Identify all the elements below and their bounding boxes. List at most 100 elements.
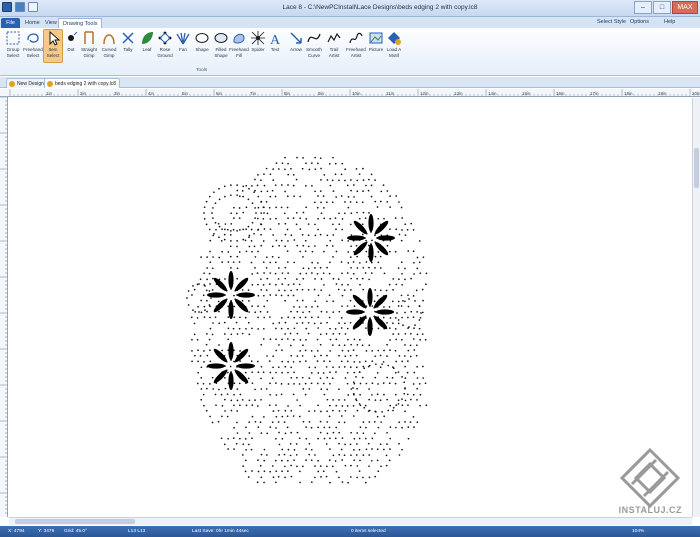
pricking-dot xyxy=(350,288,352,291)
undo-icon[interactable] xyxy=(28,2,38,12)
pricking-dot xyxy=(344,179,346,182)
pricking-dot xyxy=(260,223,263,226)
pricking-dot xyxy=(283,212,286,215)
minimize-button[interactable]: – xyxy=(634,1,652,14)
close-button[interactable]: MAX xyxy=(672,1,698,14)
pricking-dot xyxy=(335,283,338,285)
tab-drawing-tools[interactable]: Drawing Tools xyxy=(58,18,103,28)
tab-file[interactable]: File xyxy=(1,18,20,28)
group-select-tool-button[interactable]: Group Select xyxy=(3,30,23,58)
pricking-dot xyxy=(223,333,226,335)
pricking-dot xyxy=(398,442,400,445)
pricking-dot xyxy=(314,234,317,237)
pricking-dot xyxy=(389,404,392,407)
horizontal-scrollbar[interactable] xyxy=(9,517,692,525)
tally-tool-button[interactable]: Tally xyxy=(118,30,138,53)
pricking-dot xyxy=(245,327,247,330)
pricking-dot xyxy=(245,206,248,209)
pricking-dot xyxy=(361,233,364,236)
pricking-dot xyxy=(248,187,250,190)
options-button[interactable]: Options xyxy=(630,19,649,25)
pricking-dot xyxy=(245,250,248,253)
fan-tool-button[interactable]: Fan xyxy=(173,30,193,53)
shape-tool-button[interactable]: Shape xyxy=(192,30,212,53)
leaf-tool-button[interactable]: Leaf xyxy=(137,30,157,53)
pricking-dot xyxy=(307,245,310,248)
text-tool-button[interactable]: A Text xyxy=(265,30,285,53)
scroll-thumb[interactable] xyxy=(15,519,135,524)
pricking-dot xyxy=(230,399,233,402)
pricking-dot xyxy=(347,206,350,209)
pricking-dot xyxy=(305,218,308,220)
pricking-dot xyxy=(202,294,205,297)
pricking-dot xyxy=(419,316,422,319)
tally-petal xyxy=(234,369,249,384)
pricking-dot xyxy=(250,448,253,451)
pricking-dot xyxy=(383,306,385,308)
pricking-dot xyxy=(340,195,343,197)
pricking-dot xyxy=(311,184,313,187)
trail-artist-tool-button[interactable]: Trail Artist xyxy=(324,30,344,58)
maximize-button[interactable]: □ xyxy=(653,1,671,14)
pricking-dot xyxy=(365,184,367,187)
filled-shape-tool-button[interactable]: Filled Shape xyxy=(211,30,231,58)
dot-tool-button[interactable]: Dot xyxy=(61,30,81,53)
vertical-scrollbar[interactable] xyxy=(692,98,700,517)
straight-gimp-tool-button[interactable]: Straight Gimp xyxy=(79,30,99,58)
pricking-dot xyxy=(335,371,337,373)
pricking-dot xyxy=(413,371,416,374)
pricking-dot xyxy=(290,464,292,467)
app-menu-icon[interactable] xyxy=(2,2,12,12)
help-button[interactable]: Help xyxy=(664,19,675,25)
pricking-dot xyxy=(221,415,223,418)
pricking-dot xyxy=(376,237,378,239)
pricking-dot xyxy=(232,261,235,264)
pricking-dot xyxy=(371,239,373,242)
pricking-dot xyxy=(299,404,301,407)
pricking-dot xyxy=(247,198,250,201)
rose-ground-tool-button[interactable]: Rose Ground xyxy=(155,30,175,58)
pricking-dot xyxy=(269,371,272,374)
pricking-dot xyxy=(277,256,280,259)
pricking-dot xyxy=(416,267,419,270)
pricking-dot xyxy=(346,327,349,330)
freehand-artist-tool-button[interactable]: Freehand Artist xyxy=(346,30,366,58)
scroll-thumb[interactable] xyxy=(694,148,699,188)
pricking-dot xyxy=(383,415,386,418)
pricking-dot xyxy=(263,448,266,451)
pricking-dot xyxy=(217,222,220,225)
pricking-dot xyxy=(350,388,353,390)
doc-tab-new-design[interactable]: New Design xyxy=(6,78,48,88)
pricking-dot xyxy=(299,481,301,484)
tool-label: Dot xyxy=(67,47,75,52)
pricking-dot xyxy=(338,354,340,357)
pricking-dot xyxy=(352,449,355,451)
picture-tool-button[interactable]: Picture xyxy=(366,30,386,53)
pricking-dot xyxy=(386,190,389,192)
ribbon-tab-bar: File Home View Drawing Tools Select Styl… xyxy=(0,17,700,28)
pricking-dot xyxy=(236,399,239,402)
load-motif-tool-button[interactable]: Load A Motif xyxy=(384,30,404,58)
pricking-dot xyxy=(373,300,376,303)
pricking-dot xyxy=(317,470,320,473)
save-icon[interactable] xyxy=(15,2,25,12)
pricking-dot xyxy=(347,240,350,242)
doc-tab-beds-edging[interactable]: beds edging 2 with copy.lc8 xyxy=(44,78,121,88)
pricking-dot xyxy=(248,421,251,423)
pricking-dot xyxy=(269,426,272,428)
smooth-curve-tool-button[interactable]: Smooth Curve xyxy=(304,30,324,58)
arrow-tool-button[interactable]: Arrow xyxy=(286,30,306,53)
pricking-dot xyxy=(275,217,277,220)
freehand-select-tool-button[interactable]: Freehand Select xyxy=(23,30,43,58)
curved-gimp-tool-button[interactable]: Curved Gimp xyxy=(99,30,119,58)
pricking-dot xyxy=(412,416,415,418)
freehand-fill-tool-button[interactable]: Freehand Fill xyxy=(229,30,249,58)
pricking-dot xyxy=(404,421,406,423)
item-select-tool-button[interactable]: Item Select xyxy=(43,29,63,63)
pricking-dot xyxy=(338,421,340,424)
design-canvas[interactable] xyxy=(9,98,692,517)
select-style-dropdown[interactable]: Select Style xyxy=(597,19,626,25)
pricking-dot xyxy=(392,322,394,325)
pricking-dot xyxy=(350,189,352,192)
pricking-dot xyxy=(272,322,275,325)
